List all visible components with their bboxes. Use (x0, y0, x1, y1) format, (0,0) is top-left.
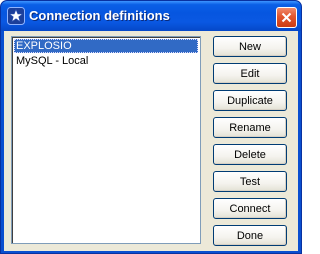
rename-button[interactable]: Rename (213, 117, 287, 138)
list-item-explosio[interactable]: EXPLOSIO (14, 39, 198, 53)
list-item-mysql-local[interactable]: MySQL - Local (14, 54, 198, 68)
close-button[interactable] (276, 7, 297, 28)
dialog-body: EXPLOSIO MySQL - Local New Edit Duplicat… (4, 31, 298, 251)
button-panel: New Edit Duplicate Rename Delete Test Co… (207, 31, 298, 251)
test-button[interactable]: Test (213, 171, 287, 192)
star-app-icon (7, 7, 25, 25)
close-icon (281, 12, 292, 23)
connection-list[interactable]: EXPLOSIO MySQL - Local (11, 36, 201, 244)
connect-button[interactable]: Connect (213, 198, 287, 219)
duplicate-button[interactable]: Duplicate (213, 90, 287, 111)
window-title: Connection definitions (29, 8, 170, 23)
connection-definitions-window: Connection definitions EXPLOSIO MySQL - … (0, 0, 302, 254)
edit-button[interactable]: Edit (213, 63, 287, 84)
done-button[interactable]: Done (213, 225, 287, 246)
title-bar[interactable]: Connection definitions (1, 1, 301, 31)
new-button[interactable]: New (213, 36, 287, 57)
delete-button[interactable]: Delete (213, 144, 287, 165)
